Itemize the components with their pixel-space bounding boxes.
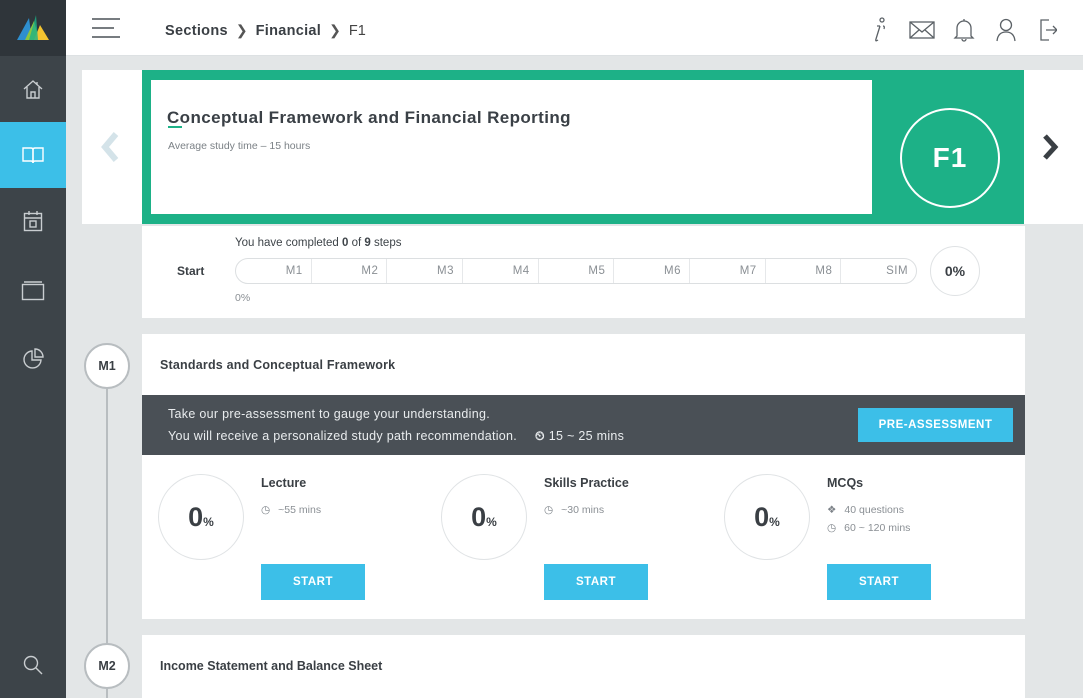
- percent-symbol: %: [203, 515, 214, 529]
- title-accent: [168, 126, 182, 128]
- activity-duration: ◷ ~30 mins: [544, 504, 604, 516]
- bell-icon[interactable]: [950, 16, 978, 44]
- pre-assessment-button[interactable]: PRE-ASSESSMENT: [858, 408, 1013, 442]
- home-icon[interactable]: [0, 56, 66, 122]
- percent-symbol: %: [486, 515, 497, 529]
- start-label: Start: [177, 264, 205, 278]
- user-icon[interactable]: [992, 16, 1020, 44]
- sidebar: [0, 0, 66, 698]
- pre-assessment-text: Take our pre-assessment to gauge your un…: [168, 407, 491, 421]
- pre-assessment-banner: Take our pre-assessment to gauge your un…: [142, 395, 1025, 455]
- activity-duration: ◷ 60 ~ 120 mins: [827, 522, 910, 534]
- breadcrumb: Sections ❯ Financial ❯ F1: [165, 22, 366, 39]
- percent-symbol: %: [769, 515, 780, 529]
- section-badge: F1: [900, 108, 1000, 208]
- chevron-right-icon: ❯: [235, 22, 248, 38]
- menu-icon[interactable]: [92, 18, 120, 38]
- module-card: Standards and Conceptual Framework Take …: [142, 334, 1025, 619]
- overall-percent: 0%: [930, 246, 980, 296]
- chevron-right-icon[interactable]: [1040, 130, 1060, 169]
- pre-assessment-recommendation: You will receive a personalized study pa…: [168, 429, 518, 443]
- module-node-m1[interactable]: M1: [84, 343, 130, 389]
- step-m6[interactable]: M6: [614, 259, 691, 283]
- activity-lecture: 0% Lecture ◷ ~55 mins START: [142, 470, 425, 610]
- activity-duration: ◷ ~55 mins: [261, 504, 321, 516]
- activity-progress: 0%: [441, 474, 527, 560]
- book-icon[interactable]: [0, 122, 66, 188]
- skills-practice-start-button[interactable]: START: [544, 564, 648, 600]
- step-m1[interactable]: M1: [236, 259, 312, 283]
- progress-percent-label: 0%: [235, 292, 251, 304]
- module-node-m2[interactable]: M2: [84, 643, 130, 689]
- logout-icon[interactable]: [1034, 16, 1062, 44]
- breadcrumb-financial[interactable]: Financial: [256, 23, 322, 39]
- activity-duration-text: ~30 mins: [561, 504, 605, 516]
- clock-icon: ◷: [544, 504, 554, 516]
- clock-icon: ⏲: [534, 429, 545, 443]
- step-m3[interactable]: M3: [387, 259, 464, 283]
- calendar-icon[interactable]: [0, 188, 66, 254]
- step-sim[interactable]: SIM: [841, 259, 916, 283]
- study-time: Average study time – 15 hours: [168, 140, 311, 152]
- module-title: Income Statement and Balance Sheet: [160, 659, 383, 673]
- mail-icon[interactable]: [908, 16, 936, 44]
- section-title: Conceptual Framework and Financial Repor…: [167, 108, 571, 127]
- breadcrumb-current: F1: [348, 22, 366, 39]
- info-icon[interactable]: [866, 16, 894, 44]
- section-header-card: Conceptual Framework and Financial Repor…: [82, 70, 1083, 224]
- steps-track: M1 M2 M3 M4 M5 M6 M7 M8 SIM: [235, 258, 917, 284]
- top-bar: Sections ❯ Financial ❯ F1: [66, 0, 1083, 56]
- activity-percent: 0: [754, 501, 770, 532]
- step-m2[interactable]: M2: [312, 259, 388, 283]
- progress-summary: You have completed 0 of 9 steps: [235, 237, 401, 249]
- logo-icon[interactable]: [0, 0, 66, 56]
- section-header-content: Conceptual Framework and Financial Repor…: [151, 80, 872, 214]
- pie-chart-icon[interactable]: [0, 326, 66, 392]
- progress-text-suffix: steps: [370, 237, 402, 249]
- activity-progress: 0%: [158, 474, 244, 560]
- step-m4[interactable]: M4: [463, 259, 539, 283]
- clock-icon: ◷: [261, 504, 271, 516]
- breadcrumb-sections[interactable]: Sections: [165, 23, 228, 39]
- section-header-banner: Conceptual Framework and Financial Repor…: [142, 70, 1024, 224]
- gamepad-icon: ❖: [827, 504, 837, 516]
- search-icon[interactable]: [0, 632, 66, 698]
- progress-text-middle: of: [348, 237, 365, 249]
- module-title: Standards and Conceptual Framework: [160, 358, 396, 372]
- activity-skills-practice: 0% Skills Practice ◷ ~30 mins START: [425, 470, 708, 610]
- activity-percent: 0: [188, 501, 204, 532]
- pre-assessment-time: 15 ~ 25 mins: [548, 429, 625, 443]
- activity-title: Skills Practice: [544, 476, 629, 490]
- window-icon[interactable]: [0, 258, 66, 324]
- activity-title: MCQs: [827, 476, 864, 490]
- activity-percent: 0: [471, 501, 487, 532]
- progress-card: You have completed 0 of 9 steps Start M1…: [142, 226, 1025, 318]
- activity-title: Lecture: [261, 476, 307, 490]
- step-m7[interactable]: M7: [690, 259, 766, 283]
- activity-mcqs: 0% MCQs ❖ 40 questions ◷ 60 ~ 120 mins STA…: [708, 470, 991, 610]
- question-count: ❖ 40 questions: [827, 504, 904, 516]
- step-m8[interactable]: M8: [766, 259, 842, 283]
- activity-duration-text: ~55 mins: [278, 504, 322, 516]
- progress-text-prefix: You have completed: [235, 237, 342, 249]
- lecture-start-button[interactable]: START: [261, 564, 365, 600]
- module-card: Income Statement and Balance Sheet: [142, 635, 1025, 698]
- question-count-text: 40 questions: [844, 504, 904, 516]
- mcqs-start-button[interactable]: START: [827, 564, 931, 600]
- chevron-right-icon: ❯: [329, 22, 341, 38]
- clock-icon: ◷: [827, 522, 837, 534]
- chevron-left-icon[interactable]: [100, 130, 120, 169]
- activity-progress: 0%: [724, 474, 810, 560]
- step-m5[interactable]: M5: [539, 259, 615, 283]
- activity-duration-text: 60 ~ 120 mins: [844, 522, 911, 534]
- pre-assessment-subtext: You will receive a personalized study pa…: [168, 429, 624, 444]
